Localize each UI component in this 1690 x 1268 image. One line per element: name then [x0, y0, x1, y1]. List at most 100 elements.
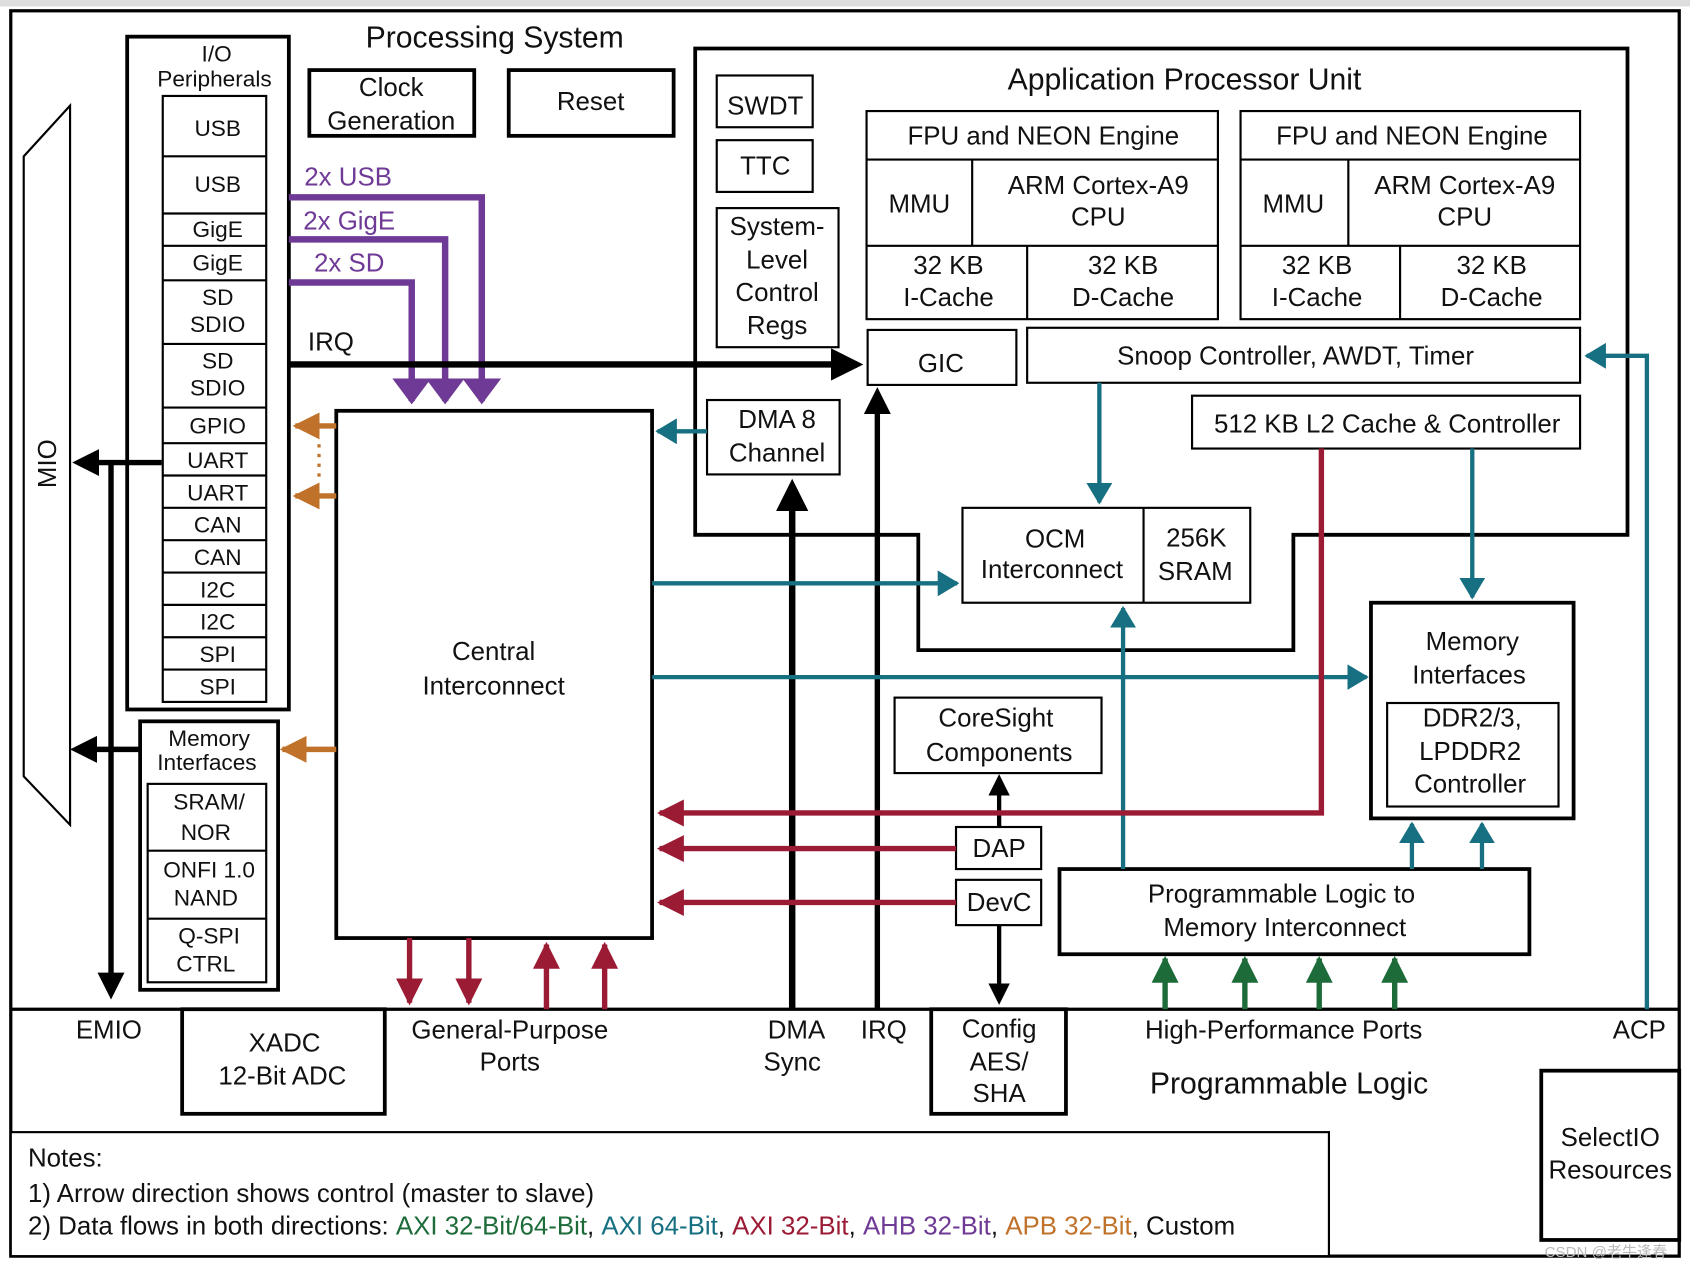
- label-2x-usb: 2x USB: [304, 163, 392, 191]
- legend-axi-32: AXI 32-Bit: [732, 1213, 848, 1241]
- io-uart-1: UART: [187, 480, 248, 505]
- pl-title: Programmable Logic: [1150, 1067, 1428, 1100]
- svg-text:32 KB: 32 KB: [1282, 252, 1352, 280]
- svg-text:Interfaces: Interfaces: [157, 750, 256, 775]
- svg-text:Level: Level: [746, 246, 808, 274]
- swdt: SWDT: [727, 92, 803, 120]
- svg-text:1) Arrow direction shows contr: 1) Arrow direction shows control (master…: [28, 1180, 594, 1208]
- svg-text:I-Cache: I-Cache: [1272, 284, 1363, 312]
- dma-8-channel: DMA 8 Channel: [705, 398, 841, 476]
- svg-text:Memory: Memory: [1426, 628, 1519, 656]
- label-irq: IRQ: [308, 328, 354, 356]
- svg-text:CPU: CPU: [1071, 203, 1126, 231]
- mio-block: MIO: [22, 102, 72, 828]
- svg-text:32 KB: 32 KB: [1088, 252, 1158, 280]
- legend-axi-64: AXI 64-Bit: [601, 1213, 717, 1241]
- io-usb-0: USB: [194, 116, 241, 141]
- legend-custom: Custom: [1146, 1213, 1235, 1241]
- reset-block: Reset: [506, 68, 676, 138]
- svg-text:I-Cache: I-Cache: [903, 284, 994, 312]
- svg-text:Peripherals: Peripherals: [157, 66, 271, 91]
- svg-text:FPU and NEON Engine: FPU and NEON Engine: [908, 122, 1180, 150]
- svg-text:Memory Interconnect: Memory Interconnect: [1163, 914, 1406, 942]
- label-2x-sd: 2x SD: [314, 250, 384, 278]
- svg-text:MMU: MMU: [1262, 190, 1324, 218]
- svg-text:Interconnect: Interconnect: [422, 672, 564, 700]
- svg-text:Reset: Reset: [557, 88, 625, 116]
- svg-text:I/O: I/O: [202, 41, 232, 66]
- svg-text:Resources: Resources: [1548, 1157, 1672, 1185]
- svg-text:Memory: Memory: [168, 726, 250, 751]
- io-peripherals: I/O Peripherals USB USB GigE GigE SD SDI…: [125, 34, 291, 712]
- ttc: TTC: [740, 153, 790, 181]
- watermark: CSDN @老牛逢春: [1545, 1244, 1668, 1261]
- svg-text:DDR2/3,: DDR2/3,: [1423, 705, 1522, 733]
- svg-text:D-Cache: D-Cache: [1441, 284, 1543, 312]
- central-interconnect: Central Interconnect: [334, 408, 654, 940]
- ocm-block: OCMInterconnect 256K SRAM: [961, 506, 1252, 604]
- svg-text:Application Processor Unit: Application Processor Unit: [1008, 63, 1362, 96]
- l2-cache: 512 KB L2 Cache & Controller: [1214, 410, 1561, 438]
- svg-text:NOR: NOR: [181, 820, 231, 845]
- svg-text:NAND: NAND: [174, 886, 238, 911]
- svg-text:System-: System-: [730, 213, 825, 241]
- svg-text:LPDDR2: LPDDR2: [1419, 738, 1521, 766]
- dap: DAP: [954, 825, 1043, 871]
- io-sd-0: SD: [202, 285, 233, 310]
- svg-text:Q-SPI: Q-SPI: [178, 923, 240, 948]
- svg-text:CoreSight: CoreSight: [938, 705, 1053, 733]
- io-spi-0: SPI: [199, 642, 235, 667]
- svg-text:Channel: Channel: [729, 439, 825, 467]
- svg-text:Interfaces: Interfaces: [1412, 662, 1526, 690]
- config-aes-sha: Config: [962, 1015, 1037, 1043]
- svg-text:256K: 256K: [1166, 525, 1226, 553]
- svg-text:SDIO: SDIO: [190, 376, 245, 401]
- svg-text:SRAM/: SRAM/: [173, 790, 245, 815]
- io-spi-1: SPI: [199, 674, 235, 699]
- svg-text:D-Cache: D-Cache: [1072, 284, 1174, 312]
- gp-ports-label: General-Purpose: [411, 1016, 608, 1044]
- io-i2c-1: I2C: [200, 610, 235, 635]
- svg-text:Generation: Generation: [327, 107, 455, 135]
- io-sd-1: SD: [202, 349, 233, 374]
- coresight-components: CoreSight Components: [893, 696, 1103, 775]
- io-gpio: GPIO: [189, 413, 246, 438]
- svg-text:DAP: DAP: [973, 835, 1026, 863]
- acp-label: ACP: [1613, 1016, 1666, 1044]
- clock-generation-block: Clock Generation: [307, 68, 477, 138]
- pl-irq-label: IRQ: [861, 1016, 907, 1044]
- processing-system-title: Processing System: [366, 21, 624, 54]
- svg-text:12-Bit ADC: 12-Bit ADC: [218, 1063, 346, 1091]
- legend-ahb-32: AHB 32-Bit: [863, 1213, 991, 1241]
- svg-text:ARM Cortex-A9: ARM Cortex-A9: [1374, 172, 1555, 200]
- memory-interfaces-static: MemoryInterfaces SRAM/NOR ONFI 1.0 NAND Q…: [138, 719, 280, 992]
- io-gige-0: GigE: [193, 217, 243, 242]
- snoop-controller: Snoop Controller, AWDT, Timer: [1117, 342, 1474, 370]
- label-2x-gige: 2x GigE: [303, 208, 395, 236]
- cpu-core-1: FPU and NEON Engine MMU ARM Cortex-A9 CPU…: [1239, 109, 1582, 321]
- svg-text:32 KB: 32 KB: [913, 252, 983, 280]
- svg-text:Central: Central: [452, 638, 535, 666]
- svg-text:Controller: Controller: [1414, 770, 1526, 798]
- mio-label: MIO: [34, 439, 62, 488]
- svg-text:Sync: Sync: [763, 1049, 821, 1077]
- svg-text:AES/: AES/: [970, 1049, 1030, 1077]
- svg-text:SHA: SHA: [973, 1080, 1027, 1108]
- legend-axi-32-64: AXI 32-Bit/64-Bit: [396, 1213, 587, 1241]
- svg-text:Programmable Logic to: Programmable Logic to: [1148, 880, 1415, 908]
- svg-text:32 KB: 32 KB: [1456, 252, 1526, 280]
- dma-sync-label: DMA: [768, 1016, 826, 1044]
- svg-text:Components: Components: [926, 739, 1073, 767]
- devc: DevC: [954, 878, 1043, 927]
- window-strip: [0, 0, 1690, 7]
- io-usb-1: USB: [194, 172, 241, 197]
- emio-label: EMIO: [76, 1016, 142, 1044]
- io-uart-0: UART: [187, 448, 248, 473]
- svg-text:OCM: OCM: [1025, 526, 1085, 554]
- legend-apb-32: APB 32-Bit: [1005, 1213, 1131, 1241]
- svg-text:DevC: DevC: [967, 889, 1032, 917]
- svg-text:ARM Cortex-A9: ARM Cortex-A9: [1008, 172, 1189, 200]
- svg-text:Interconnect: Interconnect: [981, 556, 1123, 584]
- svg-text:CTRL: CTRL: [176, 951, 235, 976]
- svg-text:Control: Control: [735, 279, 818, 307]
